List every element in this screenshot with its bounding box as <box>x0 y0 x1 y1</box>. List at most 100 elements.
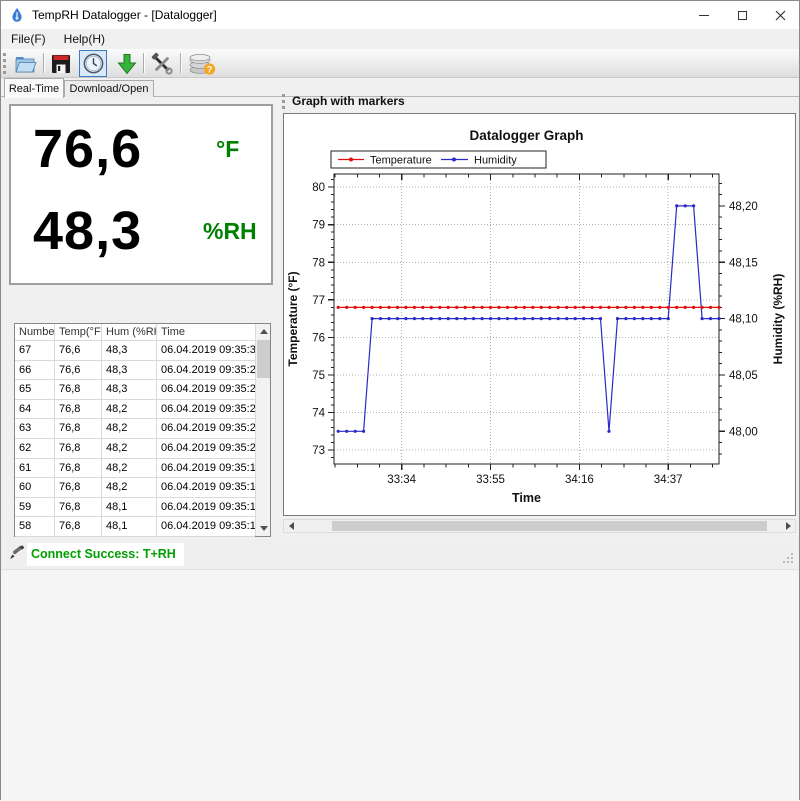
status-message-chip: Connect Success: T+RH <box>27 543 184 566</box>
database-question-icon: ? <box>187 52 217 76</box>
scrollbar-thumb[interactable] <box>257 340 270 378</box>
readings-table: Number Temp(°F) Hum (%RH) Time 6776,648,… <box>14 323 271 537</box>
status-message: Connect Success: T+RH <box>31 547 176 561</box>
scroll-left-button[interactable] <box>284 520 298 532</box>
table-cell: 76,6 <box>55 361 102 380</box>
table-cell: 06.04.2019 09:35:23 <box>157 419 255 438</box>
svg-text:79: 79 <box>312 220 325 232</box>
minimize-button[interactable] <box>685 1 723 29</box>
table-cell: 76,8 <box>55 400 102 419</box>
table-scrollbar[interactable] <box>255 324 270 536</box>
toolbar-grip[interactable] <box>3 53 6 74</box>
table-cell: 48,3 <box>102 341 157 360</box>
tab-real-time[interactable]: Real-Time <box>4 78 64 98</box>
graph-panel-grip[interactable] <box>282 94 285 109</box>
table-row[interactable]: 6376,848,206.04.2019 09:35:23 <box>15 419 255 439</box>
table-cell: 48,1 <box>102 517 157 536</box>
table-cell: 76,8 <box>55 439 102 458</box>
table-cell: 62 <box>15 439 55 458</box>
hscrollbar-thumb[interactable] <box>332 521 767 531</box>
scroll-right-button[interactable] <box>781 520 795 532</box>
app-window: TempRH Datalogger - [Datalogger] File(F)… <box>0 0 800 800</box>
table-cell: 48,2 <box>102 478 157 497</box>
table-cell: 67 <box>15 341 55 360</box>
table-row[interactable]: 6476,848,206.04.2019 09:35:25 <box>15 400 255 420</box>
svg-text:75: 75 <box>312 370 325 382</box>
table-cell: 76,8 <box>55 498 102 517</box>
table-row[interactable]: 6576,848,306.04.2019 09:35:27 <box>15 380 255 400</box>
scroll-down-button[interactable] <box>256 521 271 536</box>
svg-text:48,15: 48,15 <box>729 257 758 269</box>
save-button[interactable] <box>47 50 75 77</box>
maximize-icon <box>738 11 747 20</box>
column-header-number[interactable]: Number <box>15 324 55 340</box>
table-cell: 06.04.2019 09:35:21 <box>157 439 255 458</box>
menu-help[interactable]: Help(H) <box>56 30 113 48</box>
svg-text:48,05: 48,05 <box>729 370 758 382</box>
table-cell: 48,3 <box>102 380 157 399</box>
table-cell: 48,2 <box>102 419 157 438</box>
table-cell: 59 <box>15 498 55 517</box>
connect-pen-icon <box>8 544 26 562</box>
toolbar: ? <box>1 49 799 78</box>
column-header-temp[interactable]: Temp(°F) <box>55 324 102 340</box>
title-bar[interactable]: TempRH Datalogger - [Datalogger] <box>1 1 799 29</box>
svg-text:34:16: 34:16 <box>565 474 594 486</box>
table-row[interactable]: 6676,648,306.04.2019 09:35:29 <box>15 361 255 381</box>
resize-grip[interactable] <box>782 552 794 564</box>
table-row[interactable]: 6776,648,306.04.2019 09:35:31 <box>15 341 255 361</box>
graph-hscrollbar[interactable] <box>283 519 796 533</box>
svg-text:33:34: 33:34 <box>387 474 416 486</box>
table-row[interactable]: 5976,848,106.04.2019 09:35:14 <box>15 498 255 518</box>
table-cell: 48,1 <box>102 498 157 517</box>
logger-time-button[interactable] <box>79 50 107 77</box>
graph-panel-header[interactable]: Graph with markers <box>292 94 405 108</box>
table-cell: 06.04.2019 09:35:25 <box>157 400 255 419</box>
window-title: TempRH Datalogger - [Datalogger] <box>32 8 217 22</box>
device-info-button[interactable]: ? <box>185 50 219 77</box>
table-cell: 06.04.2019 09:35:18 <box>157 459 255 478</box>
svg-text:80: 80 <box>312 182 325 194</box>
chevron-left-icon <box>289 522 294 530</box>
svg-text:Temperature (°F): Temperature (°F) <box>286 271 300 366</box>
table-header: Number Temp(°F) Hum (%RH) Time <box>15 324 255 341</box>
svg-text:48,00: 48,00 <box>729 426 758 438</box>
svg-text:Datalogger Graph: Datalogger Graph <box>469 128 583 143</box>
open-file-button[interactable] <box>11 50 39 77</box>
svg-text:74: 74 <box>312 408 325 420</box>
close-icon <box>775 10 786 21</box>
table-cell: 06.04.2019 09:35:12 <box>157 517 255 536</box>
scroll-up-button[interactable] <box>256 324 271 339</box>
download-data-button[interactable] <box>113 50 141 77</box>
temperature-unit: °F <box>216 136 239 163</box>
settings-button[interactable] <box>148 50 176 77</box>
chevron-down-icon <box>260 526 268 531</box>
real-time-tab-page: 76,6 °F 48,3 %RH Number Temp(°F) Hum (%R… <box>1 97 799 539</box>
temperature-value: 76,6 <box>33 118 142 180</box>
svg-text:34:37: 34:37 <box>654 474 683 486</box>
column-header-hum[interactable]: Hum (%RH) <box>102 324 157 340</box>
tab-download-open[interactable]: Download/Open <box>64 80 154 97</box>
table-body: 6776,648,306.04.2019 09:35:316676,648,30… <box>15 341 255 537</box>
table-row[interactable]: 5876,848,106.04.2019 09:35:12 <box>15 517 255 537</box>
table-row[interactable]: 6276,848,206.04.2019 09:35:21 <box>15 439 255 459</box>
table-row[interactable]: 6076,848,206.04.2019 09:35:16 <box>15 478 255 498</box>
table-cell: 48,2 <box>102 459 157 478</box>
maximize-button[interactable] <box>723 1 761 29</box>
table-cell: 58 <box>15 517 55 536</box>
menu-file[interactable]: File(F) <box>3 30 54 48</box>
datalogger-chart: 33:3433:5534:1634:37737475767778798048,0… <box>284 114 795 514</box>
table-cell: 06.04.2019 09:35:16 <box>157 478 255 497</box>
table-cell: 64 <box>15 400 55 419</box>
svg-text:Humidity (%RH): Humidity (%RH) <box>771 274 785 365</box>
svg-text:73: 73 <box>312 445 325 457</box>
table-cell: 06.04.2019 09:35:31 <box>157 341 255 360</box>
menu-bar: File(F) Help(H) <box>1 29 799 49</box>
table-cell: 66 <box>15 361 55 380</box>
table-row[interactable]: 6176,848,206.04.2019 09:35:18 <box>15 459 255 479</box>
column-header-time[interactable]: Time <box>157 324 255 340</box>
live-readout-panel: 76,6 °F 48,3 %RH <box>9 104 273 285</box>
graph-panel: 33:3433:5534:1634:37737475767778798048,0… <box>283 113 796 516</box>
close-button[interactable] <box>761 1 799 29</box>
table-cell: 76,8 <box>55 478 102 497</box>
